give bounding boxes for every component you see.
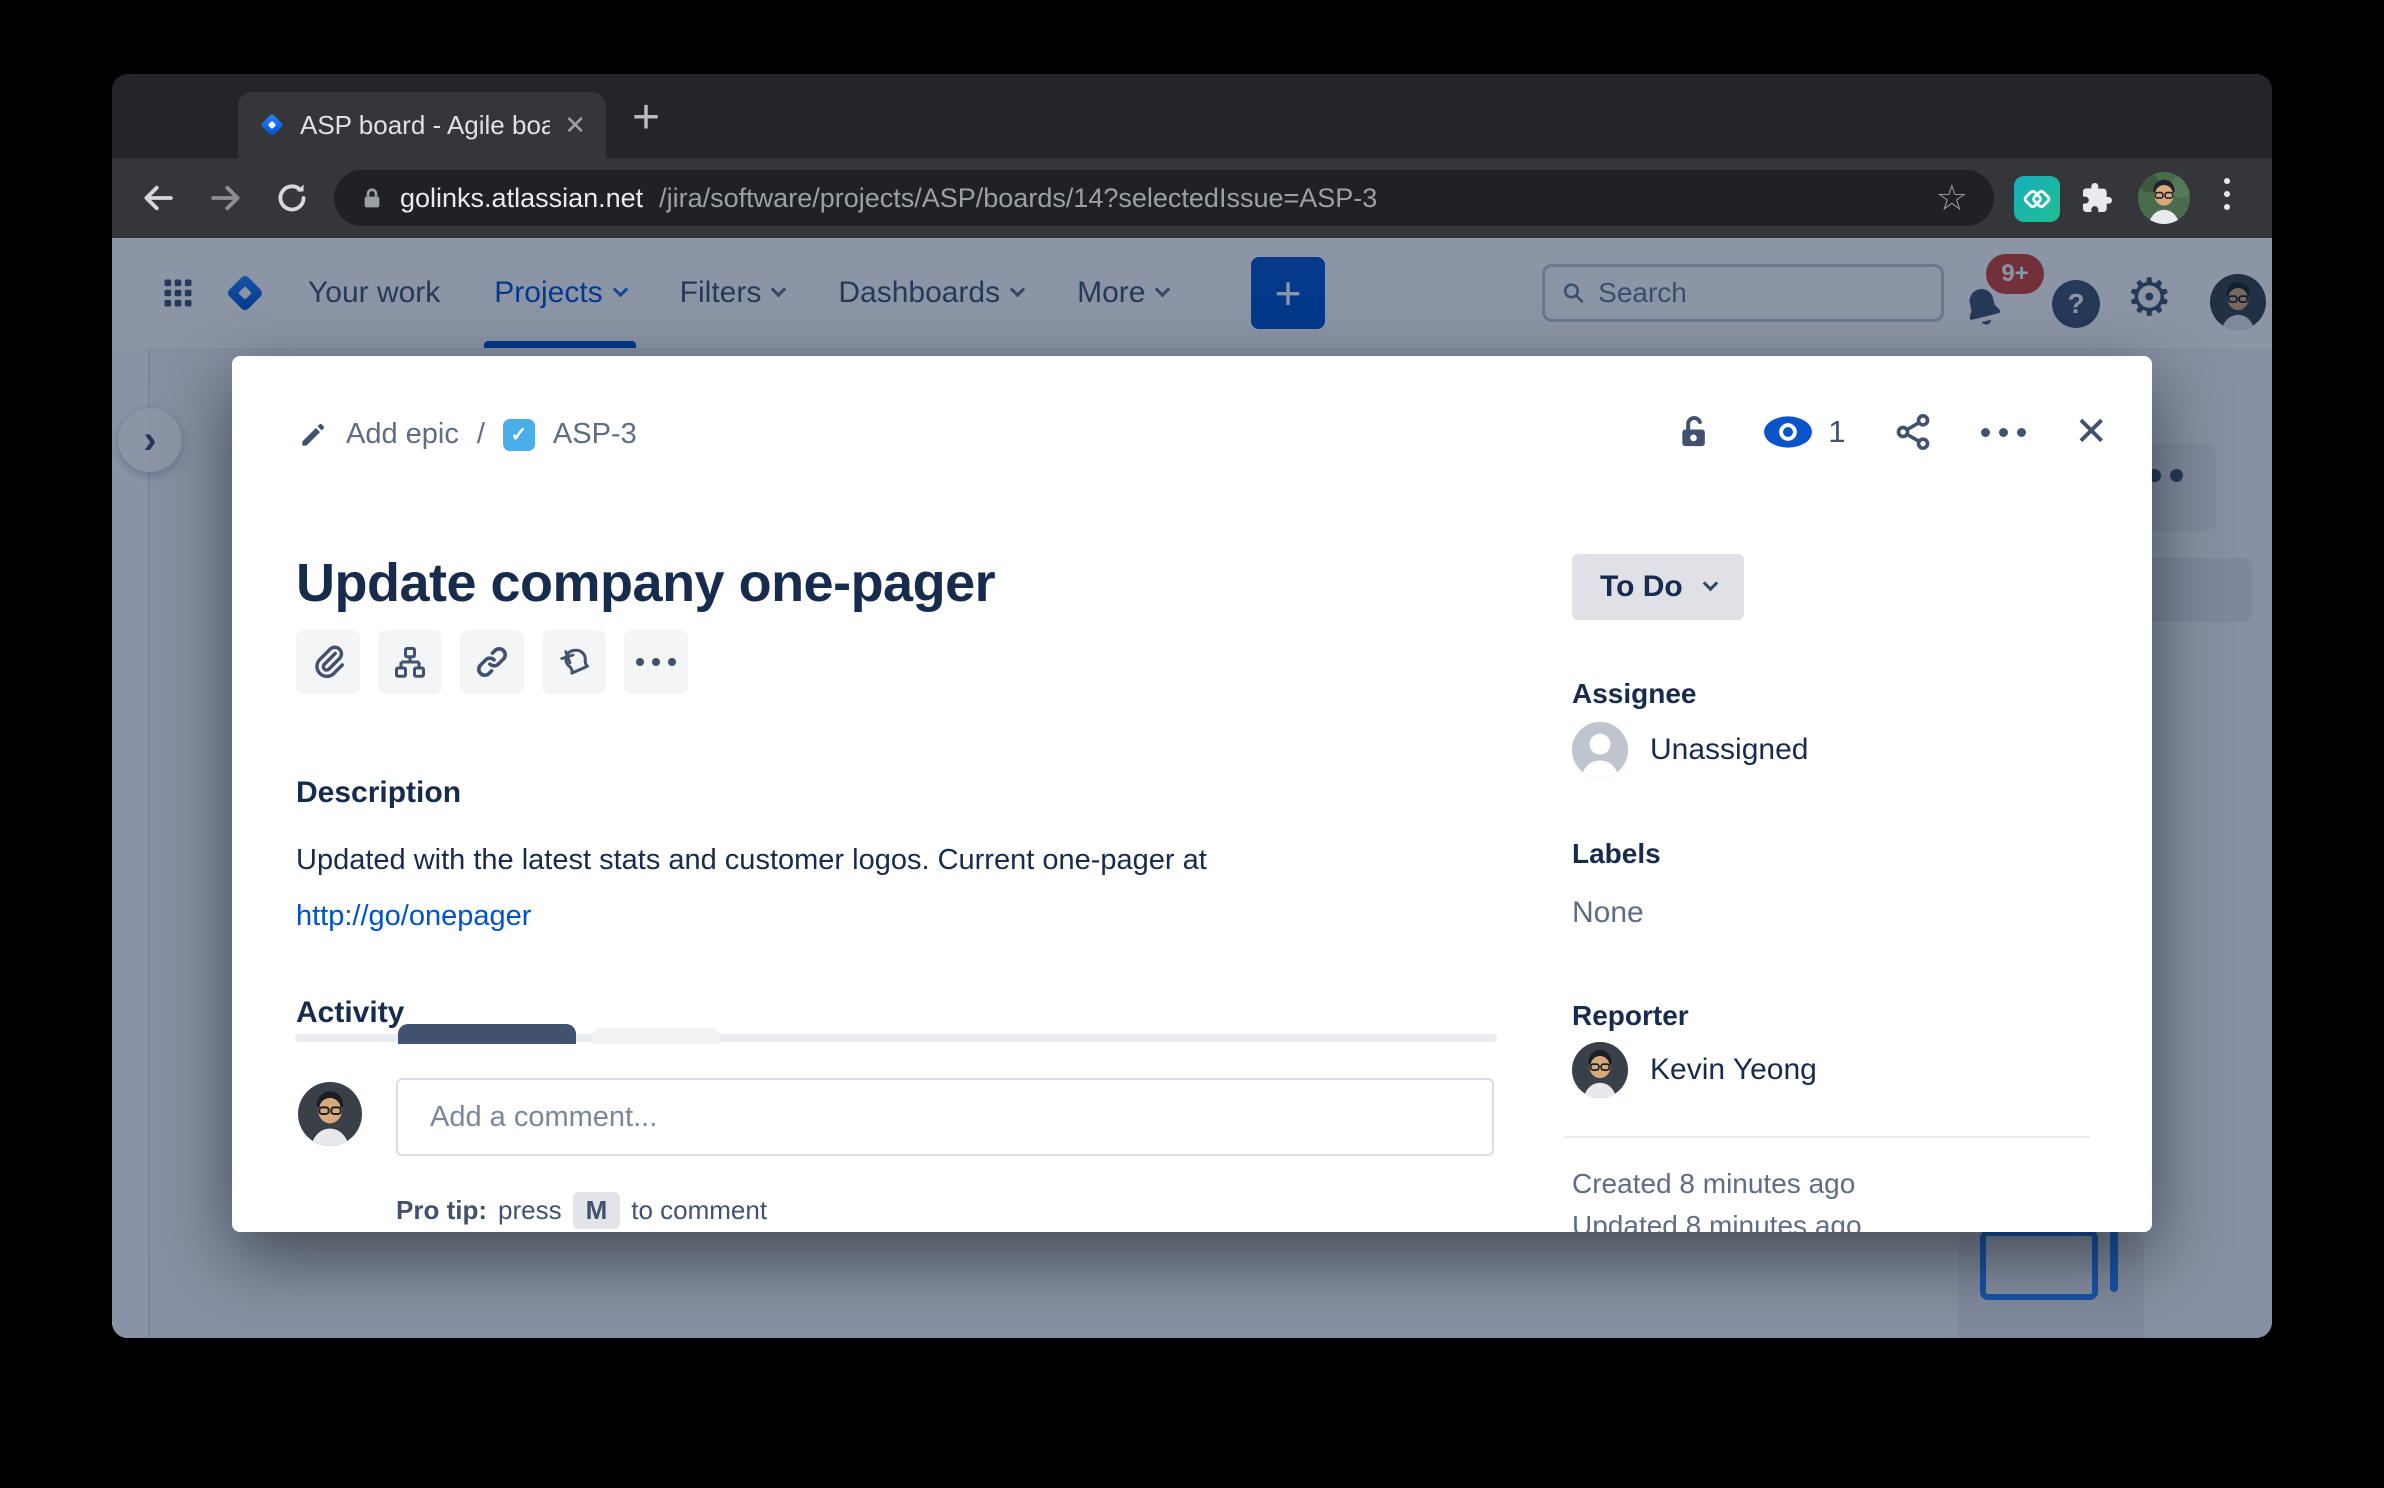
reporter-field[interactable]: Kevin Yeong <box>1572 1042 1817 1098</box>
assignee-value: Unassigned <box>1650 733 1808 767</box>
golinks-extension-icon[interactable] <box>2014 176 2060 222</box>
forward-icon[interactable] <box>208 180 244 216</box>
reporter-label: Reporter <box>1572 1000 1689 1032</box>
labels-label: Labels <box>1572 838 1661 870</box>
url-path: /jira/software/projects/ASP/boards/14?se… <box>659 183 1920 214</box>
activity-heading: Activity <box>296 996 404 1030</box>
breadcrumb-issue-key[interactable]: ASP-3 <box>553 418 637 451</box>
add-child-issue-button[interactable] <box>378 630 442 694</box>
activity-tab-selected[interactable] <box>398 1024 576 1044</box>
app-bell-icon <box>556 644 592 680</box>
comment-input[interactable] <box>396 1078 1494 1156</box>
browser-profile-avatar[interactable] <box>2138 172 2190 224</box>
reporter-avatar <box>1572 1042 1628 1098</box>
current-user-avatar <box>298 1082 362 1146</box>
quickadd-more-button[interactable] <box>624 630 688 694</box>
description-text[interactable]: Updated with the latest stats and custom… <box>296 844 1456 877</box>
activity-tab[interactable] <box>592 1028 720 1044</box>
link-icon <box>474 644 510 680</box>
bookmark-star-icon[interactable]: ☆ <box>1936 177 1968 219</box>
https-lock-icon <box>360 186 384 210</box>
assignee-label: Assignee <box>1572 678 1697 710</box>
add-app-button[interactable] <box>542 630 606 694</box>
issue-title[interactable]: Update company one-pager <box>296 552 995 614</box>
jira-favicon-icon <box>258 111 286 139</box>
unassigned-avatar-icon <box>1572 722 1628 778</box>
tab-title: ASP board - Agile board - Jira <box>300 110 550 141</box>
new-tab-button[interactable]: + <box>632 90 660 145</box>
extensions-puzzle-icon[interactable] <box>2078 178 2118 218</box>
status-dropdown[interactable]: To Do <box>1572 554 1744 620</box>
link-issue-button[interactable] <box>460 630 524 694</box>
description-link[interactable]: http://go/onepager <box>296 900 531 933</box>
browser-toolbar: golinks.atlassian.net /jira/software/pro… <box>112 158 2272 238</box>
created-timestamp: Created 8 minutes ago <box>1572 1168 1855 1200</box>
assignee-field[interactable]: Unassigned <box>1572 722 1808 778</box>
keyboard-key-m: M <box>573 1192 621 1229</box>
url-bar[interactable]: golinks.atlassian.net /jira/software/pro… <box>334 170 1994 226</box>
issue-detail-modal: Add epic / ✓ ASP-3 1 <box>232 356 2152 1232</box>
url-host: golinks.atlassian.net <box>400 183 643 214</box>
close-modal-icon[interactable]: ✕ <box>2074 412 2108 452</box>
paperclip-icon <box>310 644 346 680</box>
browser-titlebar: ASP board - Agile board - Jira ✕ + <box>112 74 2272 158</box>
watch-eye-icon <box>1762 414 1814 450</box>
browser-window: ASP board - Agile board - Jira ✕ + golin… <box>112 74 2272 1338</box>
details-divider <box>1564 1136 2090 1138</box>
breadcrumb-add-epic[interactable]: Add epic <box>346 418 459 451</box>
reporter-value: Kevin Yeong <box>1650 1053 1817 1087</box>
unlock-icon[interactable] <box>1674 412 1714 452</box>
browser-menu-icon[interactable] <box>2224 178 2230 210</box>
jira-app: Your work Projects Filters Dashboards Mo… <box>112 238 2272 1338</box>
watchers-count: 1 <box>1828 414 1845 450</box>
hierarchy-icon <box>392 644 428 680</box>
pro-tip: Pro tip: press M to comment <box>396 1192 767 1229</box>
ellipsis-icon <box>636 658 676 666</box>
task-type-icon[interactable]: ✓ <box>503 419 535 451</box>
tab-close-icon[interactable]: ✕ <box>564 112 586 138</box>
edit-pencil-icon <box>298 420 328 450</box>
labels-value[interactable]: None <box>1572 896 1644 930</box>
back-icon[interactable] <box>140 180 176 216</box>
pro-tip-rest: to comment <box>631 1195 767 1226</box>
description-heading: Description <box>296 776 461 810</box>
pro-tip-label: Pro tip: <box>396 1195 487 1226</box>
watchers-control[interactable]: 1 <box>1762 414 1845 450</box>
more-actions-icon[interactable] <box>1981 428 2026 437</box>
pro-tip-press: press <box>498 1195 562 1226</box>
attach-button[interactable] <box>296 630 360 694</box>
reload-icon[interactable] <box>274 180 310 216</box>
status-value: To Do <box>1600 570 1683 604</box>
breadcrumb-separator: / <box>477 418 485 451</box>
chevron-down-icon <box>1702 575 1718 591</box>
share-icon[interactable] <box>1893 412 1933 452</box>
updated-timestamp: Updated 8 minutes ago <box>1572 1210 1862 1232</box>
browser-tab[interactable]: ASP board - Agile board - Jira ✕ <box>238 92 606 158</box>
breadcrumb: Add epic / ✓ ASP-3 <box>298 418 637 451</box>
